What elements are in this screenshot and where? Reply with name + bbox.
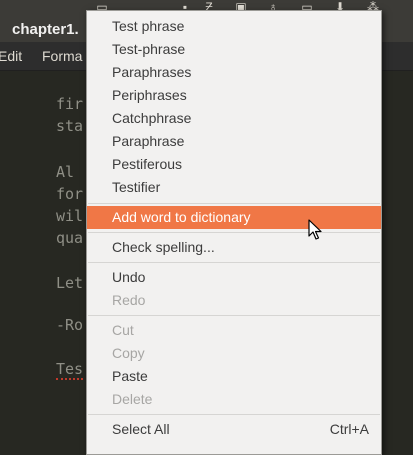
suggestion-item[interactable]: Paraphrase	[87, 130, 381, 153]
text-line: wil	[56, 207, 84, 225]
menu-separator	[88, 232, 380, 233]
suggestion-label: Testifier	[112, 179, 161, 195]
suggestion-label: Paraphrase	[112, 133, 185, 149]
suggestion-item[interactable]: Test phrase	[87, 15, 381, 38]
tab-title[interactable]: chapter1.	[12, 21, 79, 38]
suggestion-label: Test phrase	[112, 18, 185, 34]
suggestion-item[interactable]: Testifier	[87, 176, 381, 199]
text-line: sta	[56, 117, 84, 135]
select-all-item[interactable]: Select All Ctrl+A	[87, 418, 381, 441]
cut-label: Cut	[112, 322, 134, 338]
suggestion-item[interactable]: Catchphrase	[87, 107, 381, 130]
redo-item[interactable]: Redo	[87, 289, 381, 312]
suggestion-label: Test-phrase	[112, 41, 186, 57]
select-all-label: Select All	[112, 421, 170, 437]
text-line: qua	[56, 229, 84, 247]
undo-item[interactable]: Undo	[87, 266, 381, 289]
delete-item[interactable]: Delete	[87, 388, 381, 411]
text-line: for	[56, 185, 84, 203]
menu-format[interactable]: Forma	[42, 48, 82, 64]
suggestion-label: Paraphrases	[112, 64, 192, 80]
text-line: -Ro	[56, 316, 84, 334]
suggestion-item[interactable]: Pestiferous	[87, 153, 381, 176]
check-spelling-label: Check spelling...	[112, 239, 215, 255]
text-line: Al	[56, 163, 75, 181]
text-line: Let	[56, 274, 84, 292]
menu-edit[interactable]: Edit	[0, 48, 22, 64]
menu-separator	[88, 315, 380, 316]
add-to-dictionary-label: Add word to dictionary	[112, 209, 251, 225]
suggestion-item[interactable]: Paraphrases	[87, 61, 381, 84]
paste-item[interactable]: Paste	[87, 365, 381, 388]
menu-separator	[88, 203, 380, 204]
undo-label: Undo	[112, 269, 146, 285]
delete-label: Delete	[112, 391, 153, 407]
add-to-dictionary-item[interactable]: Add word to dictionary	[87, 206, 381, 229]
suggestion-item[interactable]: Periphrases	[87, 84, 381, 107]
suggestion-label: Pestiferous	[112, 156, 183, 172]
suggestion-label: Catchphrase	[112, 110, 192, 126]
redo-label: Redo	[112, 292, 146, 308]
copy-item[interactable]: Copy	[87, 342, 381, 365]
cut-item[interactable]: Cut	[87, 319, 381, 342]
mouse-pointer-icon	[308, 219, 322, 240]
menu-separator	[88, 414, 380, 415]
misspelled-word[interactable]: Tes	[56, 360, 84, 380]
suggestion-item[interactable]: Test-phrase	[87, 38, 381, 61]
text-line: fir	[56, 95, 84, 113]
paste-label: Paste	[112, 368, 148, 384]
copy-label: Copy	[112, 345, 145, 361]
context-menu: Test phrase Test-phrase Paraphrases Peri…	[86, 10, 382, 455]
check-spelling-item[interactable]: Check spelling...	[87, 236, 381, 259]
select-all-shortcut: Ctrl+A	[329, 421, 369, 437]
menu-separator	[88, 262, 380, 263]
suggestion-label: Periphrases	[112, 87, 187, 103]
